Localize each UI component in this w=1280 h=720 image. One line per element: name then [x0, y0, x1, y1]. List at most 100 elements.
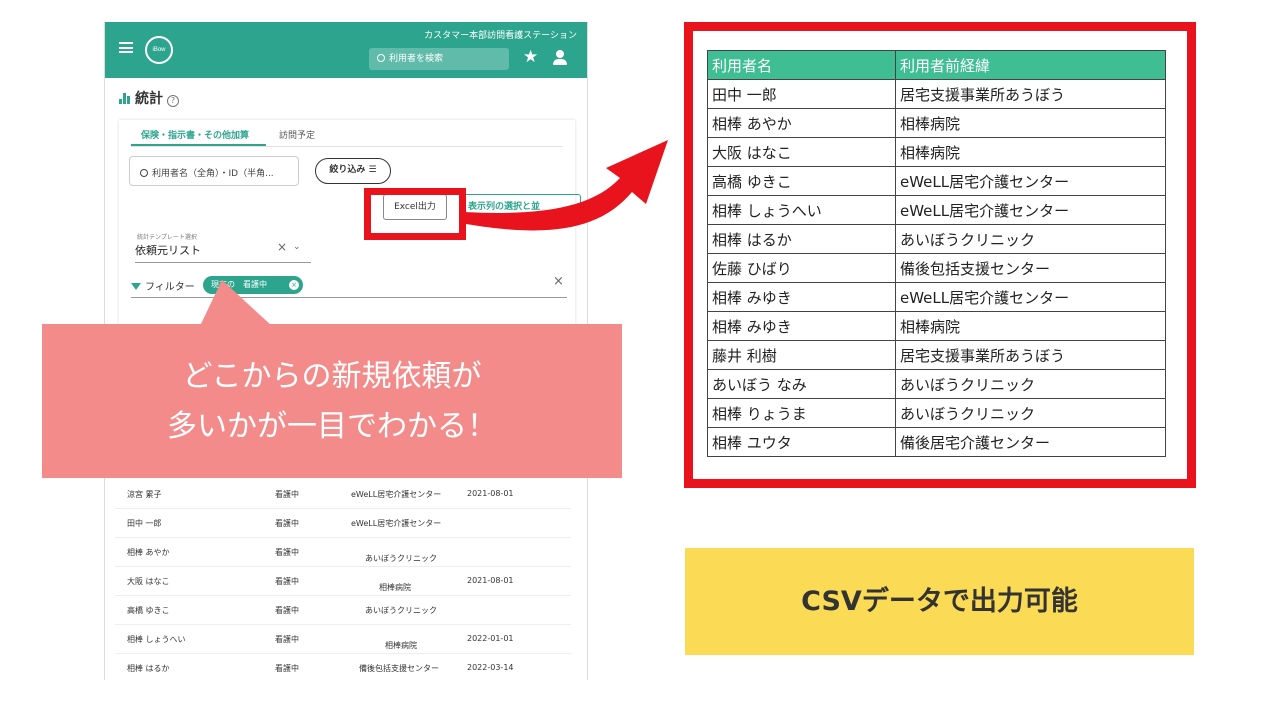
user-icon[interactable]	[553, 50, 567, 66]
search-icon	[140, 169, 148, 177]
table-row: 相棒 しょうへい eWeLL居宅介護センター	[707, 195, 1166, 225]
filter-button-label: 絞り込み	[329, 165, 366, 175]
page-title-text: 統計	[135, 91, 163, 107]
cell-name: 佐藤 ひばり	[707, 253, 896, 283]
patient-status: 看護中	[275, 577, 299, 586]
patient-name: 相棒 はるか	[127, 664, 170, 673]
callout-tail	[200, 280, 272, 326]
chevron-down-icon[interactable]: ⌄	[293, 242, 301, 252]
template-select-underline	[135, 262, 311, 263]
arrow-icon	[464, 140, 668, 231]
filter-button[interactable]: 絞り込み ☰	[315, 158, 391, 184]
cell-name: 藤井 利樹	[707, 340, 896, 370]
callout-line-1: どこからの新規依頼が	[182, 359, 482, 394]
filter-label-text: フィルター	[145, 282, 195, 293]
cell-source: あいぼうクリニック	[895, 224, 1166, 254]
slide: iBow カスタマー本部訪問看護ステーション 利用者を検索 ★ 統計? 保険・指…	[0, 0, 1280, 720]
cell-source: あいぼうクリニック	[895, 369, 1166, 399]
table-row: 相棒 みゆき 相棒病院	[707, 311, 1166, 341]
clear-icon[interactable]: ×	[277, 240, 287, 254]
table-row[interactable]: 大阪 はなこ 看護中相棒病院 2021-08-01	[115, 567, 571, 596]
cell-name: 相棒 みゆき	[707, 311, 896, 341]
referral-source: eWeLL居宅介護センター	[351, 490, 442, 499]
search-icon	[377, 54, 385, 62]
patient-name: 相棒 あやか	[127, 548, 170, 557]
table-row: 相棒 みゆき eWeLL居宅介護センター	[707, 282, 1166, 312]
star-icon[interactable]: ★	[523, 47, 538, 67]
cell-source: 居宅支援事業所あうぼう	[895, 340, 1166, 370]
cell-name: あいぼう なみ	[707, 369, 896, 399]
table-row[interactable]: 涼宮 累子 看護中 eWeLL居宅介護センター 2021-08-01	[115, 480, 571, 509]
user-search-placeholder: 利用者を検索	[389, 54, 444, 64]
cell-source: 居宅支援事業所あうぼう	[895, 79, 1166, 109]
tab-visit-schedule[interactable]: 訪問予定	[279, 128, 315, 141]
table-header-row: 利用者名 利用者前経緯	[707, 50, 1166, 80]
user-search-box[interactable]: 利用者を検索	[369, 48, 509, 70]
tab-insurance[interactable]: 保険・指示書・その他加算	[141, 128, 249, 141]
referral-source: あいぼうクリニック	[365, 606, 437, 615]
chip-remove-icon[interactable]: ×	[289, 280, 299, 290]
referral-source: あいぼうクリニック	[365, 554, 437, 563]
app-logo[interactable]: iBow	[145, 36, 173, 64]
patient-name: 田中 一郎	[127, 519, 162, 528]
cell-source: eWeLL居宅介護センター	[895, 166, 1166, 196]
hamburger-menu-icon[interactable]	[119, 42, 133, 53]
table-row: 相棒 はるか あいぼうクリニック	[707, 224, 1166, 254]
table-row: 相棒 ユウタ 備後居宅介護センター	[707, 427, 1166, 457]
cell-name: 大阪 はなこ	[707, 137, 896, 167]
start-date: 2022-01-01	[467, 634, 514, 643]
close-icon[interactable]: ×	[553, 274, 564, 289]
name-search-placeholder: 利用者名（全角）・ID（半角...	[152, 169, 274, 179]
table-row: 高橋 ゆきこ eWeLL居宅介護センター	[707, 166, 1166, 196]
table-row: 相棒 りょうま あいぼうクリニック	[707, 398, 1166, 428]
patient-status: 看護中	[275, 490, 299, 499]
patient-name: 相棒 しょうへい	[127, 635, 186, 644]
referral-source: 備後包括支援センター	[359, 664, 439, 673]
cell-name: 相棒 りょうま	[707, 398, 896, 428]
table-row[interactable]: 田中 一郎 看護中 eWeLL居宅介護センター	[115, 509, 571, 538]
referral-source: 相棒病院	[379, 583, 411, 592]
cell-name: 高橋 ゆきこ	[707, 166, 896, 196]
table-row: 相棒 あやか 相棒病院	[707, 108, 1166, 138]
table-row[interactable]: 相棒 はるか 看護中 備後包括支援センター 2022-03-14	[115, 654, 571, 680]
table-row[interactable]: 高橋 ゆきこ 看護中 あいぼうクリニック	[115, 596, 571, 625]
cell-source: あいぼうクリニック	[895, 398, 1166, 428]
patient-name: 大阪 はなこ	[127, 577, 170, 586]
patient-status: 看護中	[275, 635, 299, 644]
table-row: 藤井 利樹 居宅支援事業所あうぼう	[707, 340, 1166, 370]
header-referral-source: 利用者前経緯	[895, 50, 1166, 80]
table-row: 田中 一郎 居宅支援事業所あうぼう	[707, 79, 1166, 109]
callout: どこからの新規依頼が 多いかが一目でわかる！	[42, 324, 622, 478]
table-row: あいぼう なみ あいぼうクリニック	[707, 369, 1166, 399]
cell-source: eWeLL居宅介護センター	[895, 195, 1166, 225]
cell-name: 相棒 あやか	[707, 108, 896, 138]
cell-name: 相棒 みゆき	[707, 282, 896, 312]
patient-status: 看護中	[275, 519, 299, 528]
help-icon[interactable]: ?	[167, 95, 179, 107]
cell-source: 相棒病院	[895, 311, 1166, 341]
start-date: 2022-03-14	[467, 663, 514, 672]
page-title: 統計?	[119, 88, 179, 108]
patient-name: 涼宮 累子	[127, 490, 162, 499]
cell-source: 相棒病院	[895, 108, 1166, 138]
table-row: 佐藤 ひばり 備後包括支援センター	[707, 253, 1166, 283]
filter-label: フィルター	[131, 278, 195, 293]
name-search-input[interactable]: 利用者名（全角）・ID（半角...	[129, 156, 299, 186]
table-row: 大阪 はなこ 相棒病院	[707, 137, 1166, 167]
template-select-value[interactable]: 依頼元リスト	[135, 242, 201, 258]
template-select-label: 統計テンプレート選択	[137, 234, 197, 241]
table-row[interactable]: 相棒 あやか 看護中 あいぼうクリニック	[115, 538, 571, 567]
cell-source: 備後包括支援センター	[895, 253, 1166, 283]
table-row[interactable]: 相棒 しょうへい 看護中相棒病院 2022-01-01	[115, 625, 571, 654]
referral-source: 相棒病院	[385, 641, 417, 650]
patient-status: 看護中	[275, 606, 299, 615]
cell-name: 相棒 しょうへい	[707, 195, 896, 225]
cell-name: 相棒 ユウタ	[707, 427, 896, 457]
cell-source: eWeLL居宅介護センター	[895, 282, 1166, 312]
bar-chart-icon	[119, 93, 131, 104]
cell-name: 相棒 はるか	[707, 224, 896, 254]
app-header: iBow カスタマー本部訪問看護ステーション 利用者を検索 ★	[105, 22, 587, 78]
station-name: カスタマー本部訪問看護ステーション	[424, 31, 577, 41]
start-date: 2021-08-01	[467, 576, 514, 585]
patient-list: 涼宮 累子 看護中 eWeLL居宅介護センター 2021-08-01 田中 一郎 看護中…	[115, 480, 571, 680]
